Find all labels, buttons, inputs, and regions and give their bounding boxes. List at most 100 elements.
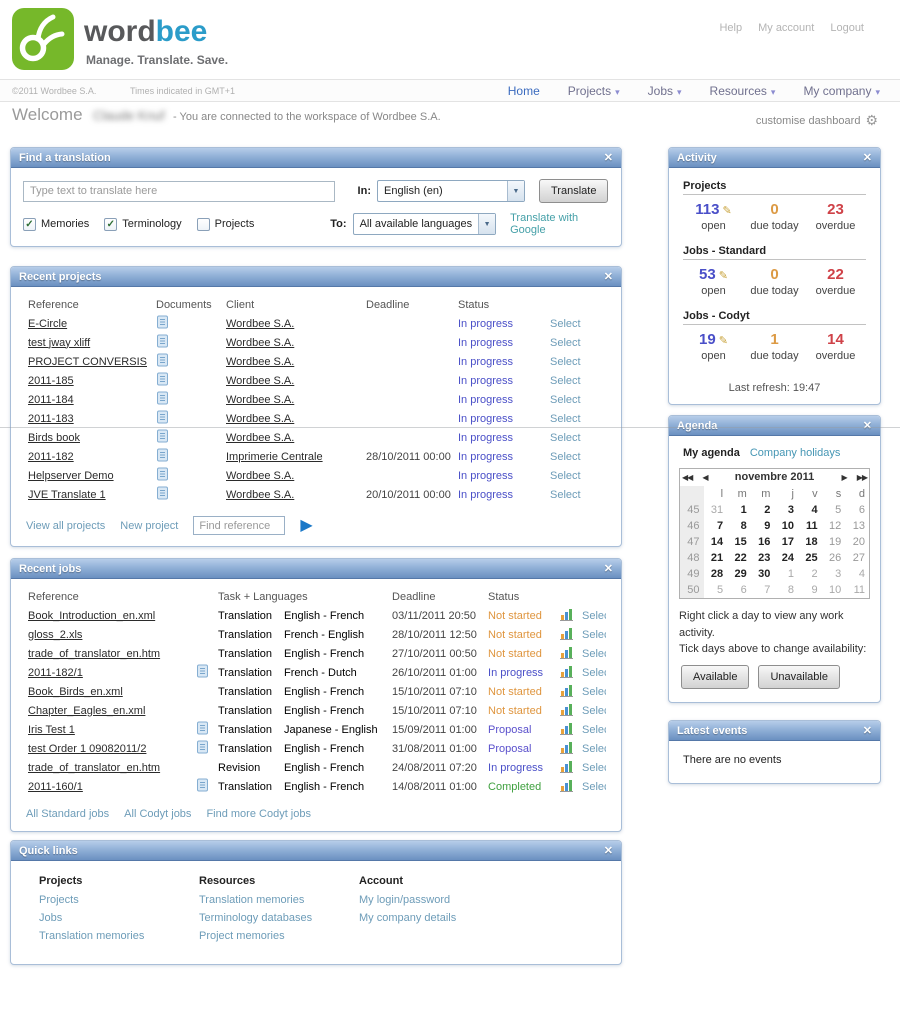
calendar-day[interactable]: 5 bbox=[822, 502, 846, 518]
select-link[interactable]: Select bbox=[550, 432, 581, 444]
document-icon[interactable] bbox=[196, 740, 210, 757]
select-link[interactable]: Select bbox=[550, 394, 581, 406]
statistics-icon[interactable] bbox=[560, 647, 573, 659]
job-reference-link[interactable]: Book_Introduction_en.xml bbox=[28, 610, 155, 622]
agenda-tab-my-agenda[interactable]: My agenda bbox=[683, 447, 740, 459]
job-reference-link[interactable]: test Order 1 09082011/2 bbox=[28, 743, 146, 755]
select-link[interactable]: Select bbox=[550, 337, 581, 349]
select-link[interactable]: Select bbox=[582, 629, 606, 641]
statistics-icon[interactable] bbox=[560, 609, 573, 621]
calendar-day[interactable]: 6 bbox=[845, 502, 869, 518]
client-link[interactable]: Wordbee S.A. bbox=[226, 394, 294, 406]
count-value[interactable]: 14 bbox=[805, 331, 866, 348]
select-link[interactable]: Select bbox=[582, 610, 606, 622]
select-link[interactable]: Select bbox=[550, 413, 581, 425]
nav-resources[interactable]: Resources▾ bbox=[710, 84, 776, 98]
document-icon[interactable] bbox=[196, 664, 210, 681]
job-reference-link[interactable]: gloss_2.xls bbox=[28, 629, 82, 641]
next-year-icon[interactable]: ▶▶ bbox=[857, 473, 867, 482]
calendar-day[interactable]: 31 bbox=[704, 502, 728, 518]
document-icon[interactable] bbox=[156, 410, 170, 427]
close-icon[interactable]: ✕ bbox=[604, 148, 613, 168]
project-reference-link[interactable]: 2011-183 bbox=[28, 413, 74, 425]
calendar-day[interactable]: 1 bbox=[727, 502, 751, 518]
client-link[interactable]: Wordbee S.A. bbox=[226, 470, 294, 482]
translation-memories-link[interactable]: Translation memories bbox=[199, 894, 359, 906]
calendar-day[interactable]: 16 bbox=[751, 534, 775, 550]
calendar-day[interactable]: 9 bbox=[798, 582, 822, 599]
count-value[interactable]: 53✎ bbox=[683, 266, 744, 283]
wordbee-logo[interactable] bbox=[12, 8, 74, 70]
count-value[interactable]: 19✎ bbox=[683, 331, 744, 348]
close-icon[interactable]: ✕ bbox=[863, 416, 872, 436]
calendar-day[interactable]: 5 bbox=[704, 582, 728, 599]
close-icon[interactable]: ✕ bbox=[604, 559, 613, 579]
my-login-password-link[interactable]: My login/password bbox=[359, 894, 519, 906]
project-reference-link[interactable]: Helpserver Demo bbox=[28, 470, 114, 482]
calendar-day[interactable]: 24 bbox=[774, 550, 798, 566]
select-link[interactable]: Select bbox=[582, 686, 606, 698]
statistics-icon[interactable] bbox=[560, 704, 573, 716]
select-link[interactable]: Select bbox=[550, 318, 581, 330]
my-company-details-link[interactable]: My company details bbox=[359, 912, 519, 924]
document-icon[interactable] bbox=[156, 429, 170, 446]
agenda-tab-company-holidays[interactable]: Company holidays bbox=[750, 447, 841, 459]
statistics-icon[interactable] bbox=[560, 723, 573, 735]
select-link[interactable]: Select bbox=[550, 451, 581, 463]
calendar-day[interactable]: 2 bbox=[751, 502, 775, 518]
nav-my-company[interactable]: My company▾ bbox=[803, 84, 880, 98]
close-icon[interactable]: ✕ bbox=[863, 148, 872, 168]
document-icon[interactable] bbox=[196, 778, 210, 795]
translation-memories-link[interactable]: Translation memories bbox=[39, 930, 199, 942]
project-reference-link[interactable]: PROJECT CONVERSIS bbox=[28, 356, 147, 368]
next-month-icon[interactable]: ▶ bbox=[842, 473, 847, 482]
job-reference-link[interactable]: Chapter_Eagles_en.xml bbox=[28, 705, 145, 717]
select-link[interactable]: Select bbox=[582, 705, 606, 717]
client-link[interactable]: Imprimerie Centrale bbox=[226, 451, 323, 463]
job-reference-link[interactable]: 2011-182/1 bbox=[28, 667, 83, 679]
calendar-day[interactable]: 9 bbox=[751, 518, 775, 534]
document-icon[interactable] bbox=[196, 721, 210, 738]
all-codyt-jobs-link[interactable]: All Codyt jobs bbox=[124, 808, 191, 820]
calendar-day[interactable]: 19 bbox=[822, 534, 846, 550]
count-value[interactable]: 1 bbox=[744, 331, 805, 348]
client-link[interactable]: Wordbee S.A. bbox=[226, 337, 294, 349]
translate-with-google-link[interactable]: Translate with Google bbox=[510, 212, 609, 236]
calendar-day[interactable]: 23 bbox=[751, 550, 775, 566]
document-icon[interactable] bbox=[156, 353, 170, 370]
translate-button[interactable]: Translate bbox=[539, 179, 608, 203]
available-button[interactable]: Available bbox=[681, 665, 749, 689]
calendar-day[interactable]: 7 bbox=[704, 518, 728, 534]
job-reference-link[interactable]: Book_Birds_en.xml bbox=[28, 686, 123, 698]
calendar-day[interactable]: 11 bbox=[845, 582, 869, 599]
select-link[interactable]: Select bbox=[550, 489, 581, 501]
calendar-day[interactable]: 12 bbox=[822, 518, 846, 534]
client-link[interactable]: Wordbee S.A. bbox=[226, 318, 294, 330]
document-icon[interactable] bbox=[156, 315, 170, 332]
close-icon[interactable]: ✕ bbox=[863, 721, 872, 741]
project-reference-link[interactable]: 2011-184 bbox=[28, 394, 74, 406]
source-language-select[interactable]: English (en)▼ bbox=[377, 180, 525, 202]
count-value[interactable]: 0 bbox=[744, 266, 805, 283]
prev-year-icon[interactable]: ◀◀ bbox=[682, 473, 692, 482]
calendar-day[interactable]: 25 bbox=[798, 550, 822, 566]
go-arrow-icon[interactable]: ▶ bbox=[300, 518, 312, 534]
calendar-day[interactable]: 30 bbox=[751, 566, 775, 582]
select-link[interactable]: Select bbox=[582, 724, 606, 736]
statistics-icon[interactable] bbox=[560, 685, 573, 697]
statistics-icon[interactable] bbox=[560, 780, 573, 792]
checkbox-projects[interactable]: Projects bbox=[197, 218, 255, 231]
document-icon[interactable] bbox=[156, 448, 170, 465]
project-reference-link[interactable]: 2011-182 bbox=[28, 451, 74, 463]
project-reference-link[interactable]: JVE Translate 1 bbox=[28, 489, 106, 501]
top-link-my-account[interactable]: My account bbox=[758, 22, 814, 34]
project-memories-link[interactable]: Project memories bbox=[199, 930, 359, 942]
calendar-day[interactable]: 4 bbox=[798, 502, 822, 518]
projects-link[interactable]: Projects bbox=[39, 894, 199, 906]
client-link[interactable]: Wordbee S.A. bbox=[226, 375, 294, 387]
statistics-icon[interactable] bbox=[560, 761, 573, 773]
nav-home[interactable]: Home bbox=[508, 84, 540, 98]
count-value[interactable]: 23 bbox=[805, 201, 866, 218]
translate-text-input[interactable] bbox=[23, 181, 335, 202]
view-all-projects-link[interactable]: View all projects bbox=[26, 520, 105, 532]
